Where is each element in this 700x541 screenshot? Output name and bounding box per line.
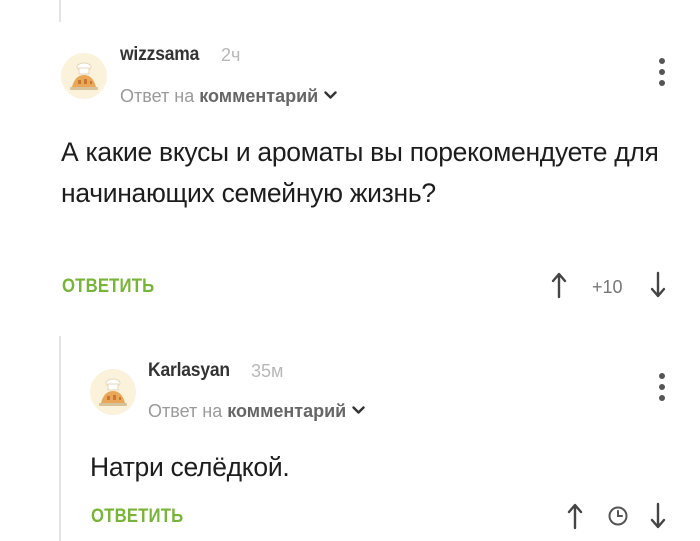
comment-2-reply-button[interactable]: ОТВЕТИТЬ [91,506,183,528]
more-vertical-icon[interactable] [658,58,666,92]
comment-2-reply-meta[interactable]: Ответ на комментарий [148,399,365,422]
chef-avatar-icon [99,378,127,406]
arrow-up-icon[interactable] [567,502,583,535]
chevron-down-icon[interactable] [324,84,337,105]
comment-1-reply-meta[interactable]: Ответ на комментарий [120,84,337,107]
thread-line-top [59,0,61,22]
arrow-down-icon[interactable] [650,502,666,535]
more-vertical-icon[interactable] [658,373,666,407]
clock-icon[interactable] [607,505,629,532]
reply-prefix: Ответ на [148,401,223,421]
comment-1-avatar[interactable] [61,53,107,99]
chevron-down-icon[interactable] [352,399,365,420]
reply-target[interactable]: комментарий [199,86,318,106]
chef-avatar-icon [70,62,98,90]
comment-1-username[interactable]: wizzsama [120,44,199,66]
reply-target[interactable]: комментарий [227,401,346,421]
comment-1-text: А какие вкусы и ароматы вы порекомендует… [61,137,659,208]
comment-2-time: 35м [251,361,284,381]
comment-2-avatar[interactable] [90,369,136,415]
comment-1-reply-button[interactable]: ОТВЕТИТЬ [62,276,154,298]
comment-1-time: 2ч [221,45,241,65]
comment-2-username[interactable]: Karlasyan [148,360,230,382]
comment-1-rating: +10 [592,277,623,297]
arrow-up-icon[interactable] [551,271,567,304]
reply-prefix: Ответ на [120,86,195,106]
comment-2-text: Натри селёдкой. [90,452,290,482]
thread-line-reply [59,336,61,541]
arrow-down-icon[interactable] [650,271,666,304]
